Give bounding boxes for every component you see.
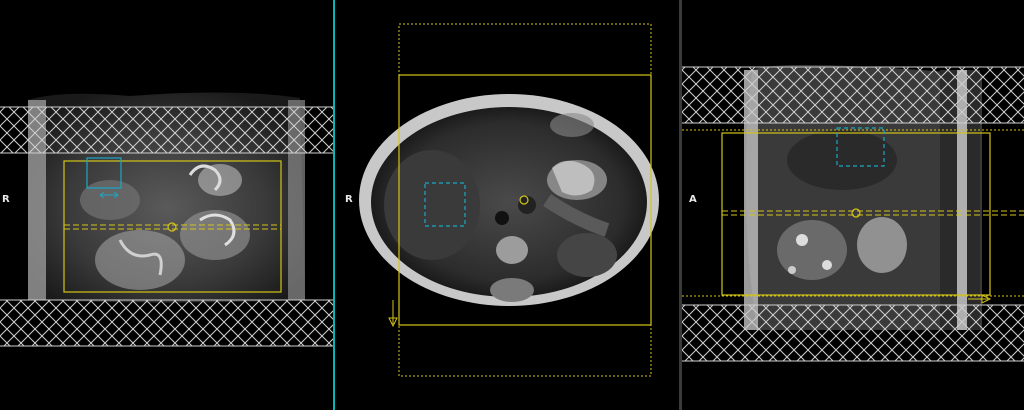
orientation-label: A [689,194,697,205]
saturation-band-bottom[interactable] [0,300,333,346]
viewport-coronal[interactable]: R [0,0,333,410]
sagittal-image[interactable] [682,0,1024,410]
viewport-divider-active[interactable] [333,0,335,410]
saturation-band-top[interactable] [0,107,333,153]
viewport-axial[interactable]: R [337,0,679,410]
axial-image[interactable] [337,0,679,410]
direction-arrow-icon[interactable] [388,300,398,328]
saturation-band-top[interactable] [682,67,1024,123]
viewport-sagittal[interactable]: A [682,0,1024,410]
saturation-band-bottom[interactable] [682,305,1024,361]
orientation-label: R [2,194,10,205]
coronal-image[interactable] [0,0,333,410]
orientation-label: R [345,194,353,205]
